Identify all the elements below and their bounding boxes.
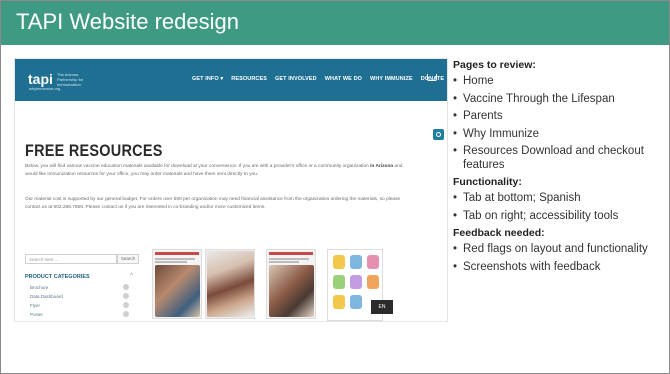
search-button[interactable]: Search — [117, 254, 139, 264]
thumbnail-line — [269, 258, 309, 260]
product-thumbnail[interactable] — [205, 249, 255, 319]
thumbnail-line — [155, 258, 195, 260]
category-item[interactable]: Flyer — [30, 303, 40, 308]
site-logo-tagline: The Arizona Partnership for Immunization — [57, 72, 84, 87]
chevron-up-icon[interactable]: ^ — [130, 273, 133, 279]
category-item[interactable]: Brochure — [30, 285, 48, 290]
cartoon-kid — [367, 275, 379, 289]
page-list-item: Resources Download and checkout features — [453, 145, 663, 172]
nav-item-get-info[interactable]: GET INFO ▾ — [192, 76, 223, 82]
intro-paragraph: Below, you will find various vaccine edu… — [25, 163, 405, 179]
site-nav-menu: GET INFO ▾ RESOURCES GET INVOLVED WHAT W… — [192, 76, 444, 82]
thumbnail-header — [155, 252, 199, 255]
intro-text-bold: in Arizona — [370, 164, 394, 169]
review-notes: Pages to review: Home Vaccine Through th… — [453, 59, 663, 278]
thumbnail-line — [269, 261, 299, 263]
cartoon-kid — [350, 255, 362, 269]
site-navbar: tapi The Arizona Partnership for Immuniz… — [15, 59, 447, 101]
search-input[interactable]: Search here ... — [25, 254, 117, 264]
mother-child-photo — [207, 251, 254, 317]
site-logo[interactable]: tapi — [28, 71, 53, 87]
page-list-item: Parents — [453, 110, 663, 124]
slide-title: TAPI Website redesign — [16, 9, 239, 34]
category-radio[interactable] — [123, 302, 129, 308]
thumbnail-line — [155, 261, 187, 263]
category-radio[interactable] — [123, 311, 129, 317]
categories-heading: PRODUCT CATEGORIES — [25, 274, 90, 280]
thumbnail-header — [269, 252, 313, 255]
functionality-list-item: Tab at bottom; Spanish — [453, 192, 663, 206]
functionality-heading: Functionality: — [453, 176, 522, 188]
nav-item-resources[interactable]: RESOURCES — [231, 76, 267, 82]
page-list-item: Why Immunize — [453, 128, 663, 142]
cart-icon[interactable] — [427, 74, 437, 81]
title-bar: TAPI Website redesign — [1, 1, 669, 45]
category-radio[interactable] — [123, 293, 129, 299]
accessibility-icon[interactable] — [433, 129, 444, 140]
cartoon-kid — [350, 275, 362, 289]
cartoon-kid — [333, 275, 345, 289]
cartoon-kid — [333, 295, 345, 309]
cartoon-kid — [333, 255, 345, 269]
feedback-heading: Feedback needed: — [453, 227, 545, 239]
pages-heading: Pages to review: — [453, 59, 536, 71]
category-radio[interactable] — [123, 284, 129, 290]
mother-child-photo — [269, 265, 314, 317]
page-list-item: Home — [453, 75, 663, 89]
nav-item-what-we-do[interactable]: WHAT WE DO — [325, 76, 362, 82]
page-heading: FREE RESOURCES — [25, 141, 163, 160]
website-screenshot: tapi The Arizona Partnership for Immuniz… — [15, 59, 447, 321]
cartoon-kid — [367, 255, 379, 269]
site-logo-url: whyimmunize.org — [29, 86, 61, 91]
cost-paragraph: Our material cost is supported by our ge… — [25, 197, 401, 210]
slide: TAPI Website redesign tapi The Arizona P… — [0, 0, 670, 374]
product-thumbnail[interactable] — [266, 249, 316, 319]
nav-item-get-involved[interactable]: GET INVOLVED — [275, 76, 317, 82]
category-item[interactable]: Poster — [30, 312, 43, 317]
language-tab-button[interactable]: EN — [371, 300, 393, 314]
feedback-list-item: Red flags on layout and functionality — [453, 243, 663, 257]
intro-text-a: Below, you will find various vaccine edu… — [25, 164, 371, 169]
cartoon-kid — [350, 295, 362, 309]
nav-item-why-immunize[interactable]: WHY IMMUNIZE — [370, 76, 413, 82]
functionality-list-item: Tab on right; accessibility tools — [453, 210, 663, 224]
family-photo — [155, 265, 200, 317]
product-thumbnail[interactable] — [152, 249, 202, 319]
feedback-list-item: Screenshots with feedback — [453, 261, 663, 275]
page-list-item: Vaccine Through the Lifespan — [453, 93, 663, 107]
category-item[interactable]: Data Dashboard — [30, 294, 63, 299]
